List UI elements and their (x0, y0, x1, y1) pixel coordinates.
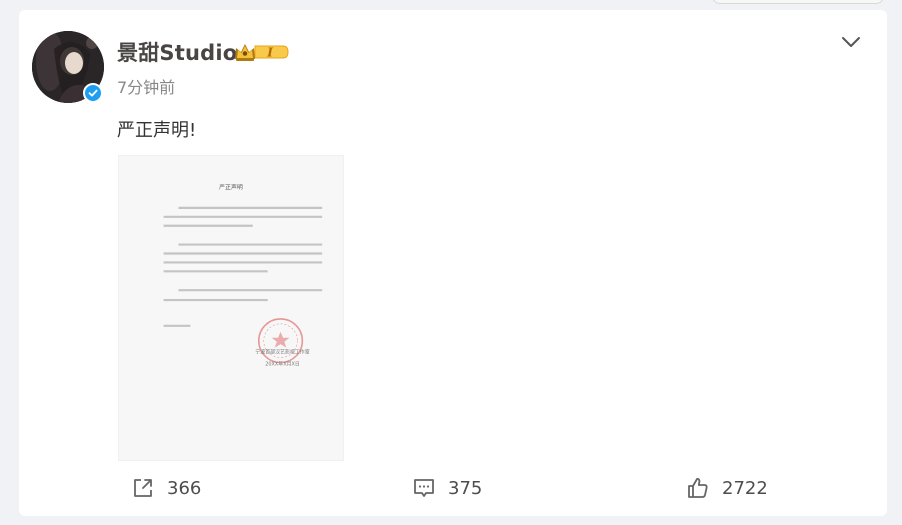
document-title: 严正声明 (219, 183, 243, 191)
thumbs-up-icon (688, 478, 708, 498)
post-timestamp[interactable]: 7分钟前 (117, 74, 175, 98)
comment-count: 375 (448, 477, 483, 499)
author-name[interactable]: 景甜Studio (117, 37, 237, 67)
post-actions-bar: 366 375 2722 (19, 474, 887, 506)
weibo-post-card: 景甜Studio I 7分钟前 严正声明! 严正声明 宁波首部汉艺影视工作室 2… (19, 10, 887, 516)
comment-button[interactable]: 375 (412, 476, 482, 500)
statement-document-image[interactable]: 严正声明 宁波首部汉艺影视工作室 20XX年X月X日 (118, 155, 344, 461)
like-button[interactable]: 2722 (686, 476, 768, 500)
chevron-down-icon[interactable] (841, 34, 861, 50)
repost-icon (134, 479, 152, 497)
document-signature-date: 20XX年X月X日 (265, 360, 300, 367)
top-search-pill[interactable] (712, 0, 884, 4)
verified-badge-icon (83, 83, 103, 103)
like-count: 2722 (722, 477, 768, 499)
vip-crown-icon[interactable]: I (233, 40, 289, 64)
repost-button[interactable]: 366 (131, 476, 201, 500)
post-text: 严正声明! (117, 120, 197, 141)
repost-count: 366 (167, 477, 202, 499)
comment-icon (414, 479, 434, 497)
document-signature-org: 宁波首部汉艺影视工作室 (255, 349, 309, 356)
vip-level-text: I (266, 46, 273, 60)
